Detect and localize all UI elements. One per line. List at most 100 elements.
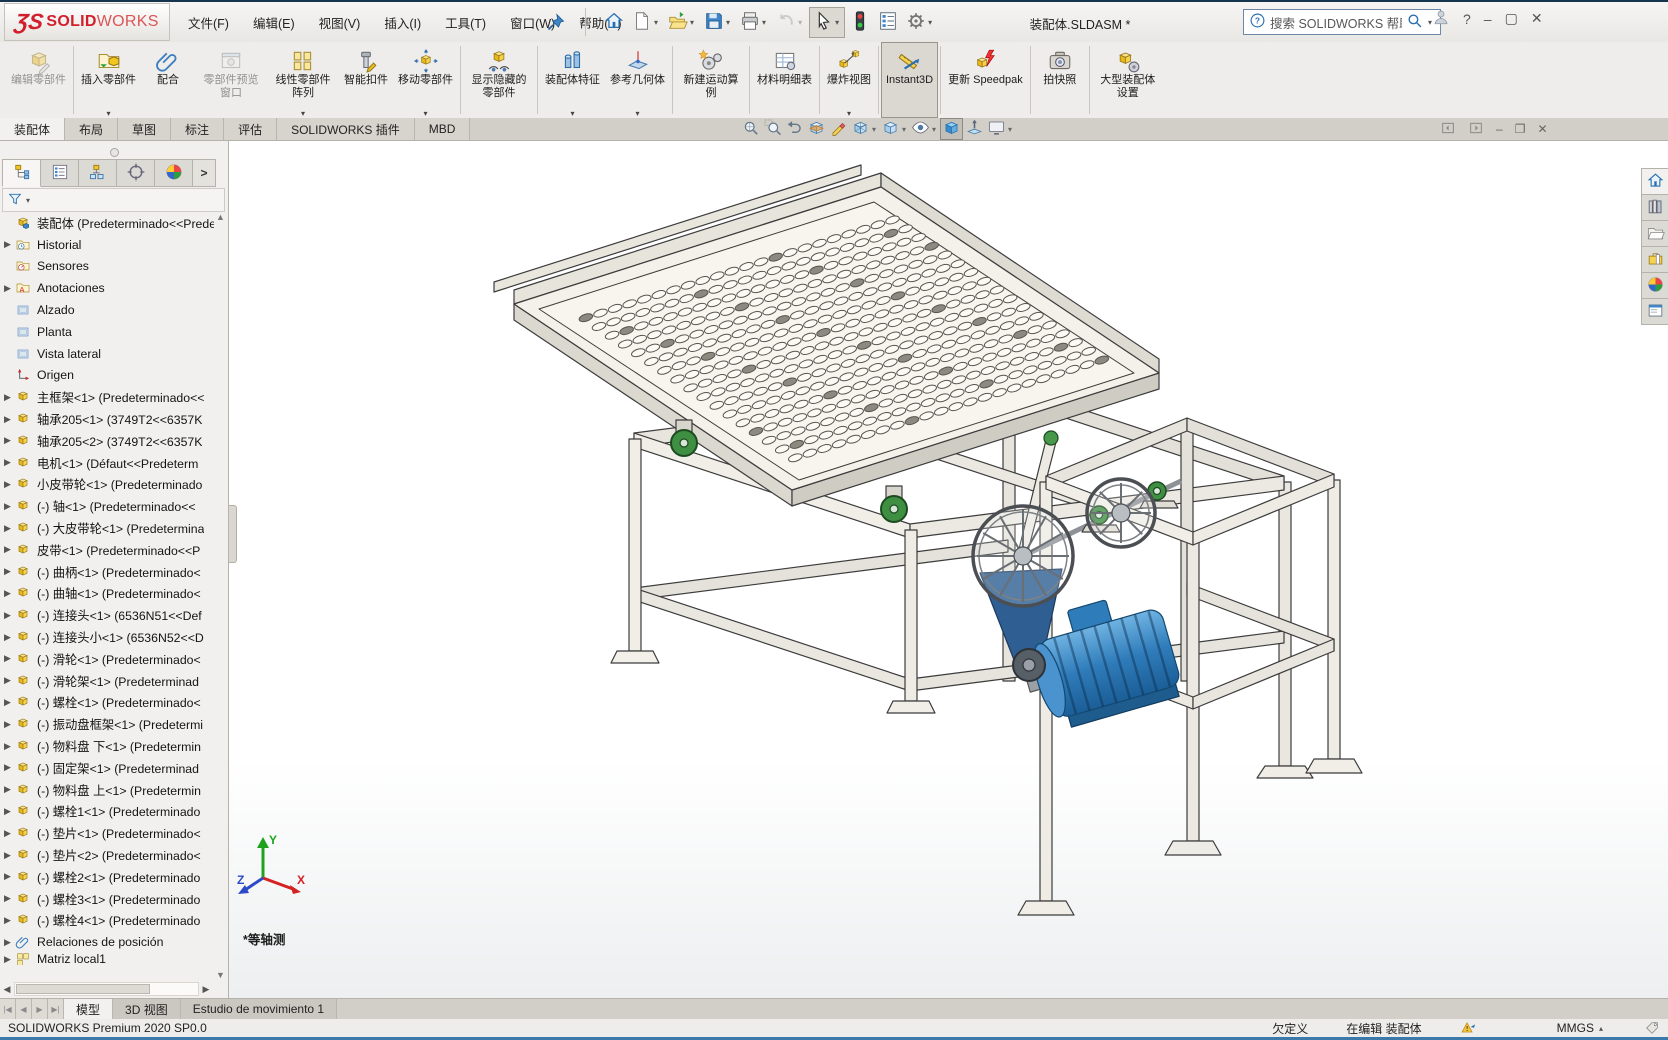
- zoom-to-fit-button[interactable]: [740, 119, 761, 139]
- tab-nav-next[interactable]: ▶: [32, 999, 48, 1019]
- tree-item[interactable]: Origen: [0, 365, 214, 387]
- tree-item[interactable]: Alzado: [0, 299, 214, 321]
- expand-arrow-icon[interactable]: ▶: [0, 414, 15, 425]
- expand-arrow-icon[interactable]: ▶: [0, 915, 15, 926]
- 3d-assembly-model[interactable]: [229, 141, 1668, 998]
- scroll-left-icon[interactable]: ◀: [0, 984, 14, 995]
- tree-item[interactable]: ▶ (-) 螺栓<1> (Predeterminado<: [0, 692, 214, 714]
- expand-arrow-icon[interactable]: ▶: [0, 479, 15, 490]
- select-button[interactable]: ▾: [809, 6, 846, 38]
- tree-item[interactable]: ▶ (-) 物料盘 下<1> (Predetermin: [0, 735, 214, 757]
- dropdown-arrow-icon[interactable]: ▾: [932, 125, 936, 134]
- dropdown-arrow-icon[interactable]: ▾: [823, 109, 875, 118]
- tree-item[interactable]: ▶ (-) 曲轴<1> (Predeterminado<: [0, 583, 214, 605]
- new-document-button[interactable]: ▾: [629, 8, 663, 37]
- zoom-to-area-button[interactable]: [762, 119, 783, 139]
- doc-restore-icon[interactable]: ❐: [1515, 122, 1526, 136]
- dropdown-arrow-icon[interactable]: ▾: [902, 125, 906, 134]
- tree-item[interactable]: ▶ Relaciones de posición: [0, 931, 214, 953]
- previous-view-button[interactable]: [784, 119, 805, 139]
- tree-item[interactable]: ▶ Anotaciones: [0, 277, 214, 299]
- expand-arrow-icon[interactable]: ▶: [0, 850, 15, 861]
- taskpane-custom-properties-button[interactable]: [1641, 299, 1668, 325]
- expand-arrow-icon[interactable]: ▶: [0, 523, 15, 534]
- ribbon-button-new-motion-study[interactable]: 新建运动算例: [675, 42, 747, 118]
- maximize-button[interactable]: ▢: [1505, 10, 1518, 27]
- expand-arrow-icon[interactable]: ▶: [0, 435, 15, 446]
- annotation-views-button[interactable]: [828, 119, 849, 139]
- ribbon-button-linear-component-pattern[interactable]: 线性零部件阵列 ▾: [267, 42, 339, 118]
- close-button[interactable]: ✕: [1531, 10, 1543, 27]
- units-dropdown-icon[interactable]: ▴: [1599, 1024, 1603, 1033]
- tree-item[interactable]: ▶ (-) 大皮带轮<1> (Predetermina: [0, 517, 214, 539]
- tree-item[interactable]: ▶ Historial: [0, 234, 214, 256]
- tab-mbd[interactable]: MBD: [414, 118, 471, 140]
- model-vibrating-tray[interactable]: [493, 164, 1160, 507]
- taskpane-appearances-button[interactable]: [1641, 273, 1668, 299]
- tree-item[interactable]: ▶ Matriz local1: [0, 953, 214, 966]
- hide-show-items-button[interactable]: ▾: [910, 119, 939, 139]
- scrollbar-thumb[interactable]: [16, 984, 150, 994]
- expand-arrow-icon[interactable]: ▶: [0, 719, 15, 730]
- expand-arrow-icon[interactable]: ▶: [0, 806, 15, 817]
- tree-item[interactable]: ▶ 主框架<1> (Predeterminado<<: [0, 386, 214, 408]
- ribbon-button-update-speedpak[interactable]: 更新 Speedpak: [943, 42, 1028, 118]
- bottom-tab-model[interactable]: 模型: [64, 999, 114, 1019]
- tree-item[interactable]: ▶ (-) 振动盘框架<1> (Predetermi: [0, 713, 214, 735]
- bottom-tab-3d-views[interactable]: 3D 视图: [113, 999, 181, 1019]
- expand-arrow-icon[interactable]: ▶: [0, 784, 15, 795]
- dropdown-arrow-icon[interactable]: ▾: [394, 109, 457, 118]
- tag-icon[interactable]: [1644, 1020, 1660, 1036]
- tab-nav-last[interactable]: ▶|: [48, 999, 64, 1019]
- menu-tools[interactable]: 工具(T): [433, 13, 498, 32]
- tab-sketch[interactable]: 草图: [118, 118, 172, 140]
- dropdown-arrow-icon[interactable]: ▾: [1008, 125, 1012, 134]
- expand-arrow-icon[interactable]: ▶: [0, 954, 15, 965]
- menu-view[interactable]: 视图(V): [307, 13, 373, 32]
- tree-item[interactable]: ▶ 轴承205<2> (3749T2<<6357K: [0, 430, 214, 452]
- options-list-button[interactable]: [875, 8, 901, 37]
- ribbon-button-reference-geometry[interactable]: 参考几何体 ▾: [605, 42, 670, 118]
- dropdown-arrow-icon[interactable]: ▾: [606, 109, 669, 118]
- help-search-box[interactable]: ? 搜索 SOLIDWORKS 帮助 ▾: [1243, 9, 1441, 35]
- tree-item[interactable]: ▶ (-) 轴<1> (Predeterminado<<: [0, 495, 214, 517]
- rebuild-warning-icon[interactable]: [1460, 1020, 1477, 1037]
- menu-file[interactable]: 文件(F): [176, 13, 241, 32]
- graphics-viewport[interactable]: Y X Z *等轴测: [229, 141, 1668, 998]
- search-icon[interactable]: [1406, 12, 1423, 32]
- tree-item[interactable]: ▶ 轴承205<1> (3749T2<<6357K: [0, 408, 214, 430]
- tree-item[interactable]: ▶ (-) 螺栓2<1> (Predeterminado: [0, 866, 214, 888]
- ribbon-button-insert-components[interactable]: 插入零部件 ▾: [76, 42, 141, 118]
- expand-arrow-icon[interactable]: ▶: [0, 871, 15, 882]
- tree-item[interactable]: ▶ (-) 螺栓3<1> (Predeterminado: [0, 888, 214, 910]
- dropdown-arrow-icon[interactable]: ▾: [690, 18, 694, 27]
- tree-item[interactable]: ▶ (-) 连接头小<1> (6536N52<<D: [0, 626, 214, 648]
- dropdown-arrow-icon[interactable]: ▾: [835, 18, 839, 27]
- expand-arrow-icon[interactable]: ▶: [0, 675, 15, 686]
- panel-tab-propertymanager[interactable]: [41, 159, 79, 187]
- help-button[interactable]: ?: [1463, 11, 1471, 27]
- tab-nav-previous[interactable]: ◀: [16, 999, 32, 1019]
- panel-splitter-grip[interactable]: [229, 505, 237, 563]
- tree-filter-bar[interactable]: ▾: [2, 188, 225, 212]
- expand-arrow-icon[interactable]: ▶: [0, 544, 15, 555]
- save-button[interactable]: ▾: [701, 8, 735, 37]
- expand-arrow-icon[interactable]: ▶: [0, 501, 15, 512]
- tree-item[interactable]: ▶ (-) 曲柄<1> (Predeterminado<: [0, 561, 214, 583]
- expand-arrow-icon[interactable]: ▶: [0, 632, 15, 643]
- view-orientation-button[interactable]: ▾: [850, 119, 879, 139]
- expand-arrow-icon[interactable]: ▶: [0, 741, 15, 752]
- doc-close-icon[interactable]: ✕: [1537, 122, 1547, 136]
- scroll-right-icon[interactable]: ▶: [199, 984, 213, 995]
- tree-item[interactable]: ▶ (-) 垫片<1> (Predeterminado<: [0, 822, 214, 844]
- panel-tab-expand-chevron[interactable]: >: [193, 159, 216, 187]
- ribbon-button-large-assembly-settings[interactable]: 大型装配体设置: [1092, 42, 1164, 118]
- expand-arrow-icon[interactable]: ▶: [0, 566, 15, 577]
- tab-markup[interactable]: 标注: [171, 118, 225, 140]
- expand-arrow-icon[interactable]: ▶: [0, 653, 15, 664]
- menu-insert[interactable]: 插入(I): [372, 13, 433, 32]
- panel-tab-featuremanager[interactable]: [2, 159, 41, 187]
- taskpane-toolbox-button[interactable]: [1641, 247, 1668, 273]
- doc-minimize-icon[interactable]: –: [1496, 122, 1503, 136]
- rebuild-button[interactable]: [847, 8, 873, 37]
